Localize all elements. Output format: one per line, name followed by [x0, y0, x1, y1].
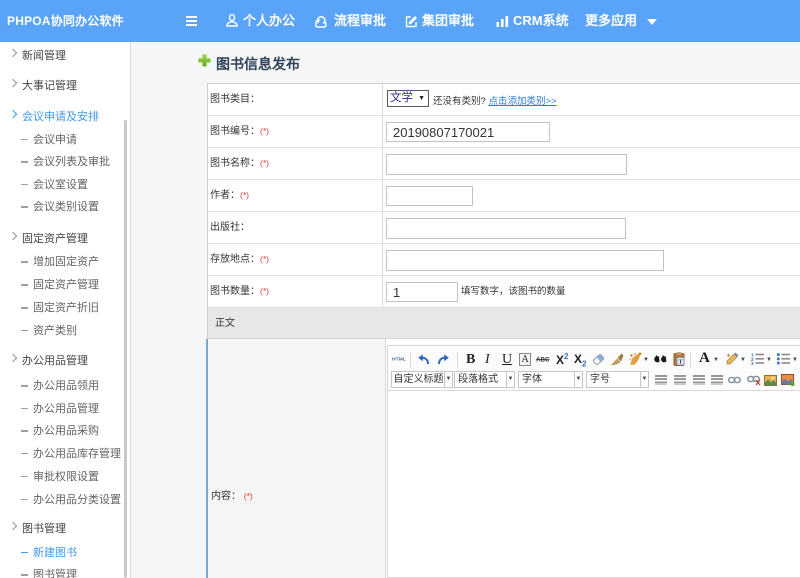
svg-text:T: T — [678, 359, 683, 366]
svg-text:3: 3 — [751, 361, 754, 365]
